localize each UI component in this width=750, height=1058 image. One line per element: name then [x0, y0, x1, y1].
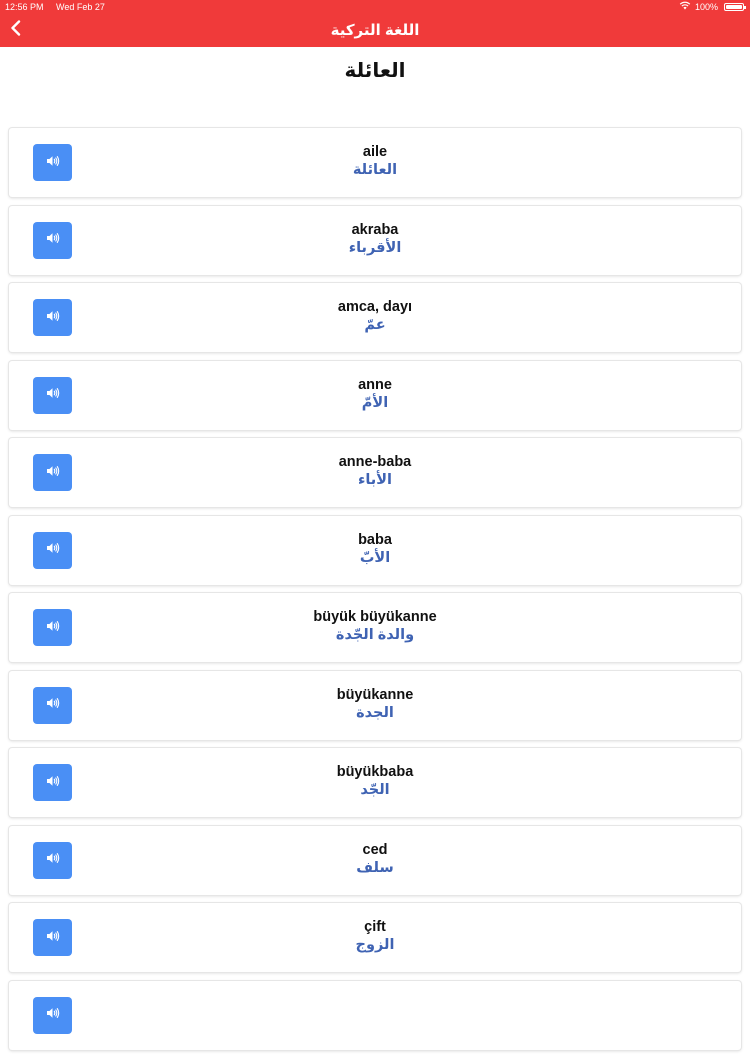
word-texts: ced سلف — [9, 841, 741, 878]
word-turkish: akraba — [351, 221, 399, 238]
status-time: 12:56 PM — [5, 2, 44, 12]
word-texts: büyük büyükanne والدة الجّدة — [9, 608, 741, 645]
word-arabic: الأبّ — [359, 549, 391, 566]
word-texts: akraba الأقرباء — [9, 221, 741, 258]
word-card: aile العائلة — [9, 128, 741, 197]
word-texts: anne-baba الأباء — [9, 453, 741, 490]
nav-title: اللغة التركية — [330, 22, 420, 39]
word-turkish: anne-baba — [338, 454, 412, 470]
word-arabic: الجدة — [356, 704, 394, 721]
word-turkish: ced — [362, 841, 388, 858]
word-arabic: الأقرباء — [348, 239, 402, 256]
word-turkish: anne — [358, 376, 392, 393]
word-card: baba الأبّ — [9, 515, 741, 585]
word-arabic: الأمّ — [361, 394, 389, 411]
word-card: ced سلف — [9, 825, 741, 895]
word-card: anne الأمّ — [9, 360, 741, 430]
word-texts: baba الأبّ — [9, 531, 741, 568]
word-card: büyükanne الجدة — [9, 670, 741, 740]
word-arabic: الأباء — [357, 472, 393, 488]
speaker-button[interactable] — [33, 996, 72, 1034]
wifi-icon — [679, 0, 691, 14]
word-arabic: العائلة — [352, 162, 398, 178]
word-turkish: büyükbaba — [336, 764, 414, 780]
word-card-partial — [9, 980, 741, 1050]
status-left: 12:56 PM Wed Feb 27 — [5, 0, 105, 14]
battery-icon — [724, 3, 746, 11]
word-card: büyükbaba الجّد — [9, 748, 741, 817]
word-turkish: büyükanne — [336, 686, 414, 703]
word-card: büyük büyükanne والدة الجّدة — [9, 593, 741, 662]
battery-percent: 100% — [694, 2, 718, 12]
word-texts: çift الزوج — [9, 918, 741, 955]
word-card: anne-baba الأباء — [9, 438, 741, 507]
word-turkish: amca, dayı — [337, 299, 413, 315]
word-turkish: baba — [358, 531, 392, 548]
status-bar: 12:56 PM Wed Feb 27 100% — [0, 0, 750, 14]
word-list: aile العائلة akraba الأقرباء amca, dayı … — [9, 128, 741, 1058]
word-texts: anne الأمّ — [9, 376, 741, 413]
word-card: akraba الأقرباء — [9, 205, 741, 275]
word-arabic: الزوج — [355, 937, 395, 953]
word-texts: büyükanne الجدة — [9, 686, 741, 723]
status-date: Wed Feb 27 — [56, 2, 105, 12]
word-turkish: çift — [364, 919, 386, 935]
word-card: çift الزوج — [9, 903, 741, 972]
word-turkish: aile — [362, 144, 388, 160]
status-right: 100% — [679, 0, 746, 14]
page-heading: العائلة — [344, 60, 406, 82]
word-arabic: عمّ — [364, 317, 386, 333]
word-texts: büyükbaba الجّد — [9, 763, 741, 800]
word-arabic: سلف — [356, 859, 394, 876]
word-texts: amca, dayı عمّ — [9, 298, 741, 335]
word-arabic: الجّد — [360, 782, 390, 798]
word-turkish: büyük büyükanne — [313, 609, 437, 625]
word-texts: aile العائلة — [9, 143, 741, 180]
word-arabic: والدة الجّدة — [335, 627, 415, 643]
nav-bar: اللغة التركية — [0, 14, 750, 47]
word-card: amca, dayı عمّ — [9, 283, 741, 352]
speaker-icon — [46, 1006, 60, 1024]
